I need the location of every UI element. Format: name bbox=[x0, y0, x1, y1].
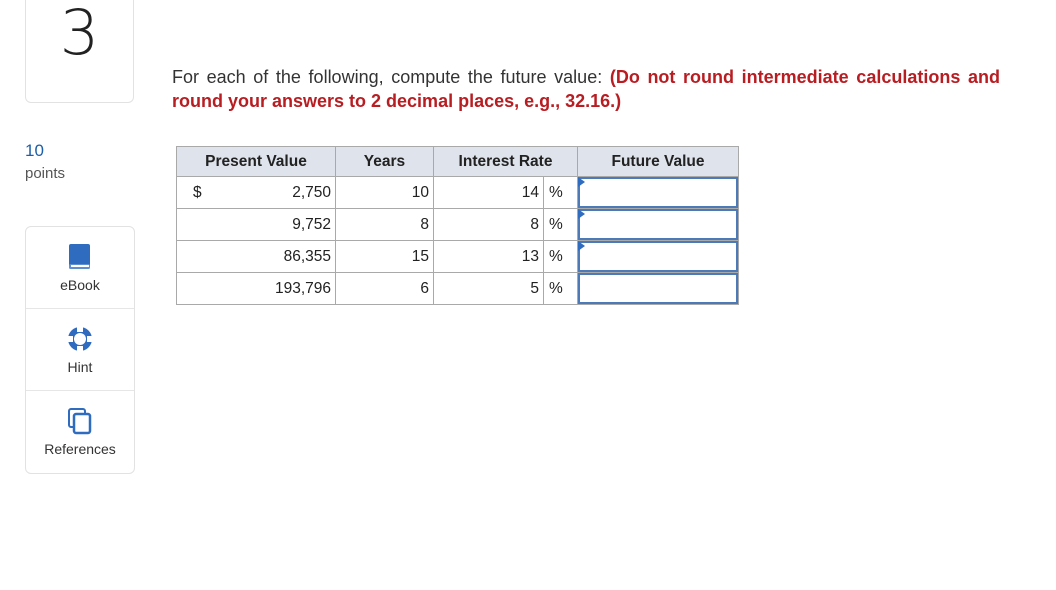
references-button[interactable]: References bbox=[26, 391, 134, 473]
table-row: 86,355 15 13 % bbox=[176, 240, 739, 273]
header-interest-rate: Interest Rate bbox=[433, 146, 578, 177]
answer-marker-icon bbox=[578, 241, 585, 251]
percent-symbol: % bbox=[543, 176, 578, 209]
lifebuoy-icon bbox=[66, 325, 94, 353]
table-header-row: Present Value Years Interest Rate Future… bbox=[176, 146, 739, 177]
future-value-input[interactable] bbox=[578, 209, 738, 240]
answer-marker-icon bbox=[578, 209, 585, 219]
table-row: $ 2,750 10 14 % bbox=[176, 176, 739, 209]
present-value-cell: 9,752 bbox=[208, 208, 336, 241]
years-cell: 10 bbox=[335, 176, 434, 209]
hint-label: Hint bbox=[67, 358, 93, 375]
years-cell: 8 bbox=[335, 208, 434, 241]
currency-symbol-empty bbox=[176, 240, 209, 273]
present-value-cell: 86,355 bbox=[208, 240, 336, 273]
points-value: 10 bbox=[25, 141, 44, 160]
header-future-value: Future Value bbox=[577, 146, 739, 177]
future-value-cell bbox=[577, 208, 739, 241]
ebook-label: eBook bbox=[60, 276, 100, 293]
future-value-cell bbox=[577, 272, 739, 305]
years-cell: 15 bbox=[335, 240, 434, 273]
future-value-input[interactable] bbox=[578, 177, 738, 208]
future-value-cell bbox=[577, 240, 739, 273]
currency-symbol: $ bbox=[176, 176, 209, 209]
years-cell: 6 bbox=[335, 272, 434, 305]
question-number-box: 3 bbox=[25, 0, 134, 103]
resource-tools-panel: eBook Hint References bbox=[25, 226, 135, 474]
copy-pages-icon bbox=[67, 407, 93, 435]
future-value-input[interactable] bbox=[578, 273, 738, 304]
table-row: 193,796 6 5 % bbox=[176, 272, 739, 305]
percent-symbol: % bbox=[543, 208, 578, 241]
book-icon bbox=[68, 243, 92, 271]
currency-symbol-empty bbox=[176, 208, 209, 241]
present-value-cell: 2,750 bbox=[208, 176, 336, 209]
instructions-text: For each of the following, compute the f… bbox=[172, 67, 603, 87]
future-value-input[interactable] bbox=[578, 241, 738, 272]
interest-rate-cell: 8 bbox=[433, 208, 544, 241]
question-instructions: For each of the following, compute the f… bbox=[172, 65, 1000, 113]
header-years: Years bbox=[335, 146, 434, 177]
points-block: 10 points bbox=[25, 141, 65, 187]
interest-rate-cell: 14 bbox=[433, 176, 544, 209]
hint-button[interactable]: Hint bbox=[26, 309, 134, 391]
percent-symbol: % bbox=[543, 240, 578, 273]
answer-marker-icon bbox=[578, 177, 585, 187]
references-label: References bbox=[44, 441, 116, 457]
present-value-cell: 193,796 bbox=[208, 272, 336, 305]
ebook-button[interactable]: eBook bbox=[26, 227, 134, 309]
currency-symbol-empty bbox=[176, 272, 209, 305]
table-row: 9,752 8 8 % bbox=[176, 208, 739, 241]
interest-rate-cell: 13 bbox=[433, 240, 544, 273]
interest-rate-cell: 5 bbox=[433, 272, 544, 305]
question-number: 3 bbox=[59, 0, 100, 69]
percent-symbol: % bbox=[543, 272, 578, 305]
points-label: points bbox=[25, 165, 66, 182]
header-present-value: Present Value bbox=[176, 146, 336, 177]
future-value-table: Present Value Years Interest Rate Future… bbox=[176, 146, 739, 305]
future-value-cell bbox=[577, 176, 739, 209]
